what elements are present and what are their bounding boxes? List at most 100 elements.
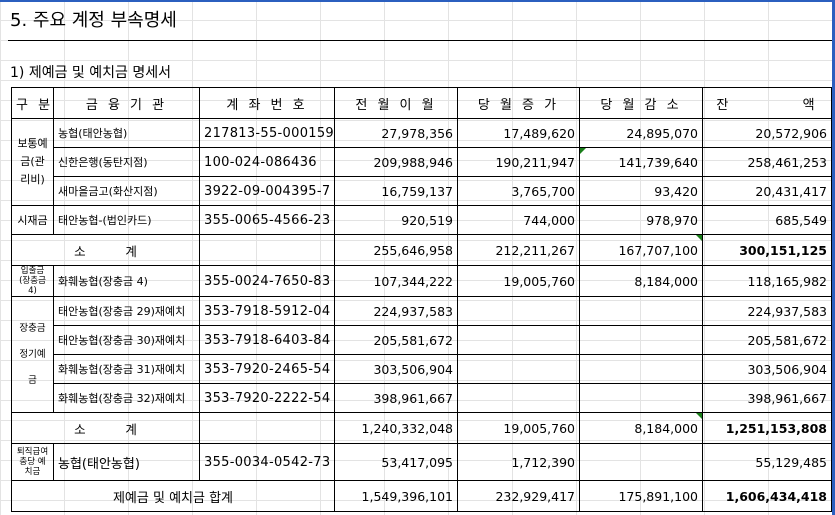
group-label-severance: 퇴직급여충당 예치금 (11, 443, 54, 481)
dec-cell (579, 383, 703, 413)
inc-cell: 744,000 (457, 205, 580, 235)
dec-cell (579, 354, 703, 384)
account-cell: 3922-09-004395-7 (199, 176, 335, 206)
group-label-petty-cash: 시재금 (11, 205, 54, 235)
bank-cell: 신한은행(동탄지점) (53, 147, 200, 177)
subtotal-label: 소 계 (11, 412, 200, 444)
bank-cell: 농협(태안농협) (53, 443, 200, 481)
section-subtitle: 1) 제예금 및 예치금 명세서 (10, 65, 171, 81)
bal-cell: 1,251,153,808 (702, 412, 832, 444)
bal-cell: 118,165,982 (702, 265, 832, 297)
bank-cell: 태안농협-(법인카드) (53, 205, 200, 235)
bank-cell: 화훼농협(장충금 4) (53, 265, 200, 297)
dec-cell: 141,739,640 (579, 147, 703, 177)
account-cell: 355-0024-7650-83 (199, 265, 335, 297)
inc-cell: 1,712,390 (457, 443, 580, 481)
bank-cell: 태안농협(장충금 30)재예치 (53, 325, 200, 355)
table-row: 장충금 정기예금 태안농협(장충금 29)재예치 353-7918-5912-0… (11, 296, 832, 413)
bal-cell: 398,961,667 (702, 383, 832, 413)
prev-cell: 398,961,667 (334, 383, 458, 413)
group-label-checking: 입출금(장충금 4) (11, 265, 54, 297)
bal-cell: 20,431,417 (702, 176, 832, 206)
subtotal-label: 소 계 (11, 234, 200, 266)
header-account-number: 계 좌 번 호 (199, 87, 335, 119)
account-cell: 100-024-086436 (199, 147, 335, 177)
empty-cell (199, 412, 335, 444)
bal-cell: 1,606,434,418 (702, 480, 832, 512)
inc-cell: 19,005,760 (457, 265, 580, 297)
inc-cell: 190,211,947 (457, 147, 580, 177)
title-underline (8, 40, 832, 41)
dec-cell: 24,895,070 (579, 118, 703, 148)
dec-cell (579, 325, 703, 355)
header-bank: 금 융 기 관 (53, 87, 200, 119)
prev-cell: 53,417,095 (334, 443, 458, 481)
inc-cell: 3,765,700 (457, 176, 580, 206)
inc-cell: 19,005,760 (457, 412, 580, 444)
bal-cell: 258,461,253 (702, 147, 832, 177)
dec-cell: 8,184,000 (579, 412, 703, 444)
inc-cell (457, 383, 580, 413)
account-cell: 353-7918-6403-84 (199, 325, 335, 355)
header-decrease: 당 월 감 소 (579, 87, 703, 119)
dec-cell (579, 296, 703, 326)
group-label-time-deposit: 장충금 정기예금 (11, 296, 54, 413)
account-cell: 355-0034-0542-73 (199, 443, 335, 481)
prev-cell: 209,988,946 (334, 147, 458, 177)
dec-cell: 175,891,100 (579, 480, 703, 512)
bal-cell: 300,151,125 (702, 234, 832, 266)
dec-cell: 978,970 (579, 205, 703, 235)
dec-value: 141,739,640 (618, 154, 698, 170)
deposit-statement-table: 구 분 금 융 기 관 계 좌 번 호 전 월 이 월 당 월 증 가 당 월 … (11, 87, 832, 512)
subtotal-row: 소 계 1,240,332,048 19,005,760 8,184,000 1… (11, 412, 832, 444)
prev-cell: 107,344,222 (334, 265, 458, 297)
prev-cell: 920,519 (334, 205, 458, 235)
bal-cell: 685,549 (702, 205, 832, 235)
account-cell: 217813-55-000159 (199, 118, 335, 148)
dec-cell: 8,184,000 (579, 265, 703, 297)
table-header-row: 구 분 금 융 기 관 계 좌 번 호 전 월 이 월 당 월 증 가 당 월 … (11, 87, 832, 119)
table-row: 화훼농협(장충금 32)재예치 353-7920-2222-54 398,961… (12, 383, 832, 413)
table-row: 입출금(장충금 4) 화훼농협(장충금 4) 355-0024-7650-83 … (11, 265, 832, 297)
table-row: 퇴직급여충당 예치금 농협(태안농협) 355-0034-0542-73 53,… (11, 443, 832, 481)
dec-cell: 93,420 (579, 176, 703, 206)
prev-cell: 205,581,672 (334, 325, 458, 355)
bank-cell: 화훼농협(장충금 31)재예치 (53, 354, 200, 384)
inc-cell: 212,211,267 (457, 234, 580, 266)
table-row: 새마을금고(화산지점) 3922-09-004395-7 16,759,137 … (12, 176, 832, 206)
selection-border-top (0, 0, 835, 2)
table-row: 시재금 태안농협-(법인카드) 355-0065-4566-23 920,519… (11, 205, 832, 235)
table-row: 태안농협(장충금 30)재예치 353-7918-6403-84 205,581… (12, 325, 832, 355)
prev-cell: 1,549,396,101 (334, 480, 458, 512)
comment-marker (696, 413, 702, 419)
table-row: 화훼농협(장충금 31)재예치 353-7920-2465-54 303,506… (12, 354, 832, 384)
header-previous-balance: 전 월 이 월 (334, 87, 458, 119)
bank-cell: 화훼농협(장충금 32)재예치 (53, 383, 200, 413)
dec-value: 167,707,100 (618, 242, 698, 258)
bal-cell: 205,581,672 (702, 325, 832, 355)
grand-total-row: 제예금 및 예치금 합계 1,549,396,101 232,929,417 1… (11, 480, 832, 512)
inc-cell (457, 354, 580, 384)
bal-cell: 55,129,485 (702, 443, 832, 481)
account-cell: 353-7920-2222-54 (199, 383, 335, 413)
inc-cell (457, 325, 580, 355)
inc-cell: 17,489,620 (457, 118, 580, 148)
sheet-title: 5. 주요 계정 부속명세 (10, 10, 177, 31)
bal-cell: 303,506,904 (702, 354, 832, 384)
empty-cell (199, 234, 335, 266)
dec-cell (579, 443, 703, 481)
comment-marker (696, 235, 702, 241)
dec-value: 8,184,000 (634, 420, 698, 436)
prev-cell: 16,759,137 (334, 176, 458, 206)
subtotal-row: 소 계 255,646,958 212,211,267 167,707,100 … (11, 234, 832, 266)
bank-cell: 농협(태안농협) (53, 118, 200, 148)
table-row: 신한은행(동탄지점) 100-024-086436 209,988,946 19… (12, 147, 832, 177)
prev-cell: 27,978,356 (334, 118, 458, 148)
group-label-fixed: 정기예금 (19, 348, 46, 386)
header-increase: 당 월 증 가 (457, 87, 580, 119)
bank-cell: 태안농협(장충금 29)재예치 (53, 296, 200, 326)
prev-cell: 255,646,958 (334, 234, 458, 266)
group-label-savings: 보통예금(관리비) (11, 118, 54, 206)
header-balance: 잔 액 (702, 87, 832, 119)
prev-cell: 1,240,332,048 (334, 412, 458, 444)
